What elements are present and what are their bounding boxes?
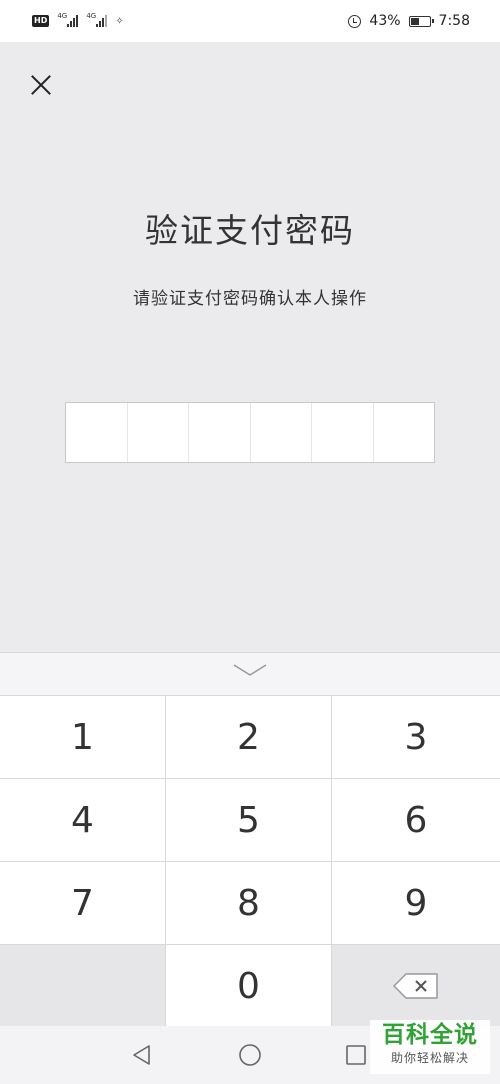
backspace-icon — [393, 973, 438, 999]
pin-cell-3 — [189, 403, 251, 462]
sim1-tag: 4G — [57, 12, 68, 20]
keypad-grid: 1 2 3 4 5 6 7 8 9 0 — [0, 696, 500, 1028]
key-9[interactable]: 9 — [332, 862, 500, 945]
key-8[interactable]: 8 — [166, 862, 332, 945]
hd-icon: HD — [32, 15, 50, 27]
key-7[interactable]: 7 — [0, 862, 166, 945]
watermark-main: 百科全说 — [382, 1022, 478, 1048]
home-circle-icon[interactable] — [238, 1043, 262, 1067]
close-button[interactable] — [26, 70, 56, 100]
page-subtitle: 请验证支付密码确认本人操作 — [133, 289, 367, 309]
watermark: 百科全说 助你轻松解决 — [370, 1020, 490, 1074]
close-icon — [26, 70, 56, 100]
numeric-keypad: 1 2 3 4 5 6 7 8 9 0 — [0, 652, 500, 1028]
pin-input[interactable] — [65, 402, 435, 463]
sim2-tag: 4G — [86, 12, 97, 20]
signal-sim1-icon: 4G — [57, 12, 79, 27]
watermark-sub: 助你轻松解决 — [390, 1051, 469, 1065]
battery-percent: 43% — [369, 13, 401, 29]
status-bar: HD 4G 4G ✧ 43% 7:58 — [0, 0, 500, 42]
pin-cell-6 — [374, 403, 435, 462]
key-6[interactable]: 6 — [332, 779, 500, 862]
pin-cell-5 — [312, 403, 374, 462]
pin-cell-2 — [128, 403, 189, 462]
key-2[interactable]: 2 — [166, 696, 332, 779]
status-time: 7:58 — [438, 13, 470, 29]
key-5[interactable]: 5 — [166, 779, 332, 862]
signal-sim2-icon: 4G — [86, 12, 108, 27]
status-right: 43% 7:58 — [348, 13, 470, 29]
key-1[interactable]: 1 — [0, 696, 166, 779]
battery-icon — [408, 15, 434, 27]
misc-icon: ✧ — [115, 15, 124, 27]
recent-square-icon[interactable] — [344, 1043, 368, 1067]
keypad-collapse-button[interactable] — [0, 653, 500, 696]
pin-cell-4 — [251, 403, 312, 462]
chevron-down-icon — [233, 664, 267, 676]
back-triangle-icon[interactable] — [130, 1043, 154, 1067]
key-3[interactable]: 3 — [332, 696, 500, 779]
status-left: HD 4G 4G ✧ — [32, 12, 124, 27]
key-4[interactable]: 4 — [0, 779, 166, 862]
page-title: 验证支付密码 — [145, 211, 355, 250]
pin-cell-1 — [66, 403, 128, 462]
key-blank — [0, 945, 166, 1028]
key-0[interactable]: 0 — [166, 945, 332, 1028]
alarm-icon — [348, 14, 362, 28]
backspace-button[interactable] — [332, 945, 500, 1028]
